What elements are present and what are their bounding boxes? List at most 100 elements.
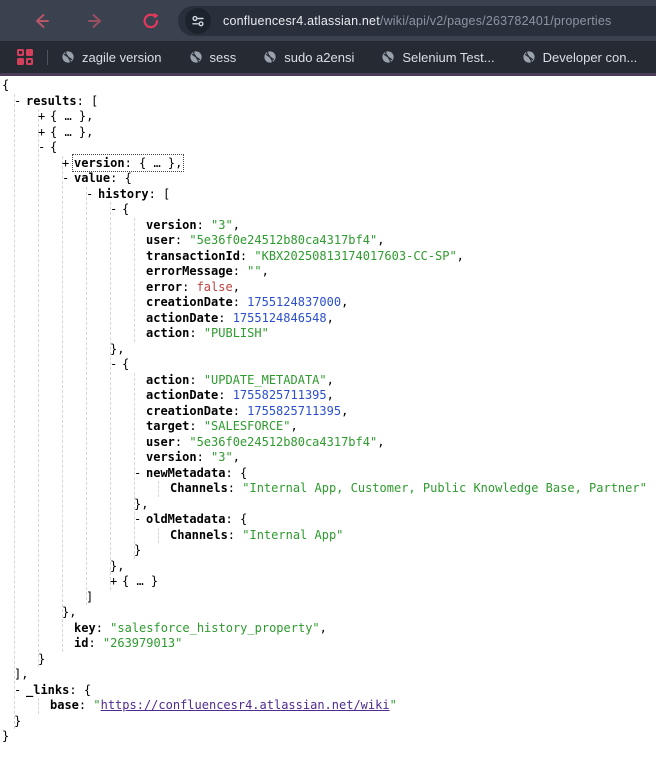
json-line: id: "263979013": [74, 636, 656, 652]
json-key: Channels: [170, 528, 228, 542]
json-key: transactionId: [146, 249, 240, 263]
json-key: Channels: [170, 481, 228, 495]
json-comma: ,: [457, 249, 464, 263]
site-permissions-button[interactable]: [185, 8, 211, 34]
json-line: - {: [122, 202, 656, 218]
json-line: version: "3",: [146, 450, 656, 466]
json-comma: ,: [86, 125, 93, 139]
bookmark-item[interactable]: Selenium Test...: [381, 50, 494, 65]
expander-toggle[interactable]: -: [110, 202, 122, 218]
json-key: oldMetadata: [146, 512, 225, 526]
json-key: base: [50, 698, 79, 712]
bookmark-item[interactable]: sudo a2ensi: [263, 50, 354, 65]
close-bracket: },: [134, 497, 148, 511]
json-key: id: [74, 636, 88, 650]
json-colon: :: [125, 156, 139, 170]
json-children: Channels: "Internal App, Customer, Publi…: [158, 481, 656, 497]
bookmark-item[interactable]: sess: [189, 50, 237, 65]
json-colon: :: [218, 311, 232, 325]
json-children: - results: [+ { … },+ { … },- {+ version…: [14, 94, 656, 730]
json-key: value: [74, 171, 110, 185]
json-colon: :: [182, 280, 196, 294]
expander-toggle[interactable]: -: [134, 512, 146, 528]
close-bracket: }: [2, 729, 9, 743]
json-line: Channels: "Internal App, Customer, Publi…: [170, 481, 656, 497]
json-comma: ,: [175, 156, 182, 170]
string-quote: ": [93, 698, 100, 712]
bookmark-item[interactable]: Developer con...: [522, 50, 638, 65]
back-button[interactable]: [30, 10, 52, 32]
json-string-value: "UPDATE_METADATA": [204, 373, 327, 387]
json-string-value: "": [247, 264, 261, 278]
json-line: Channels: "Internal App": [170, 528, 656, 544]
json-boolean-value: false: [197, 280, 233, 294]
expander-toggle[interactable]: -: [38, 140, 50, 156]
json-close-line: }: [38, 652, 656, 668]
expander-toggle[interactable]: +: [110, 574, 122, 590]
json-line: error: false,: [146, 280, 656, 296]
json-close-line: },: [62, 605, 656, 621]
json-children: - history: [- {version: "3",user: "5e36f…: [86, 187, 656, 606]
json-comma: ,: [341, 295, 348, 309]
json-colon: :: [197, 450, 211, 464]
expander-toggle[interactable]: -: [14, 683, 26, 699]
expander-toggle[interactable]: +: [38, 109, 50, 125]
json-line: actionDate: 1755825711395,: [146, 388, 656, 404]
json-colon: :: [218, 388, 232, 402]
apps-grid-icon[interactable]: [17, 49, 33, 65]
expander-toggle[interactable]: -: [110, 357, 122, 373]
json-number-value: 1755124846548: [233, 311, 327, 325]
json-colon: :: [77, 94, 91, 108]
expander-toggle[interactable]: -: [14, 94, 26, 110]
collapsed-placeholder[interactable]: { … }: [122, 574, 158, 588]
json-close-line: },: [110, 559, 656, 575]
reload-button[interactable]: [140, 10, 162, 32]
json-key: creationDate: [146, 295, 233, 309]
close-bracket: ]: [86, 590, 93, 604]
bookmarks-divider: [47, 50, 48, 65]
json-line: }: [2, 729, 656, 745]
json-comma: ,: [377, 435, 384, 449]
forward-button[interactable]: [85, 10, 107, 32]
expander-toggle[interactable]: -: [134, 466, 146, 482]
collapsed-placeholder[interactable]: { … }: [50, 125, 86, 139]
json-close-line: ],: [14, 667, 656, 683]
json-key: user: [146, 435, 175, 449]
close-bracket: }: [38, 652, 45, 666]
json-colon: :: [79, 698, 93, 712]
expander-toggle[interactable]: +: [62, 156, 74, 172]
json-line: + { … }: [122, 574, 656, 590]
json-colon: :: [228, 481, 242, 495]
globe-favicon-icon: [189, 50, 203, 64]
json-key: action: [146, 373, 189, 387]
json-line: - {: [122, 357, 656, 373]
json-key: version: [74, 156, 125, 170]
close-bracket: },: [62, 605, 76, 619]
json-line: actionDate: 1755124846548,: [146, 311, 656, 327]
address-bar[interactable]: confluencesr4.atlassian.net/wiki/api/v2/…: [178, 6, 656, 36]
json-close-line: ]: [86, 590, 656, 606]
expander-toggle[interactable]: -: [62, 171, 74, 187]
collapsed-placeholder[interactable]: { … }: [139, 156, 175, 170]
json-close-line: },: [110, 342, 656, 358]
json-colon: :: [233, 264, 247, 278]
close-bracket: }: [14, 714, 21, 728]
json-comma: ,: [233, 218, 240, 232]
expander-toggle[interactable]: -: [86, 187, 98, 203]
json-children: base: "https://confluencesr4.atlassian.n…: [38, 698, 656, 714]
expander-toggle[interactable]: +: [38, 125, 50, 141]
bookmark-item[interactable]: zagile version: [61, 50, 162, 65]
json-line: target: "SALESFORCE",: [146, 419, 656, 435]
json-link-value[interactable]: https://confluencesr4.atlassian.net/wiki: [101, 698, 390, 712]
json-line: - oldMetadata: {: [146, 512, 656, 528]
reload-icon: [141, 11, 161, 31]
json-colon: :: [175, 233, 189, 247]
json-string-value: "263979013": [103, 636, 182, 650]
collapsed-placeholder[interactable]: { … }: [50, 109, 86, 123]
json-colon: :: [69, 683, 83, 697]
json-colon: :: [233, 404, 247, 418]
json-line: user: "5e36f0e24512b80ca4317bf4",: [146, 435, 656, 451]
globe-favicon-icon: [263, 50, 277, 64]
close-bracket: }: [134, 543, 141, 557]
json-colon: :: [225, 512, 239, 526]
